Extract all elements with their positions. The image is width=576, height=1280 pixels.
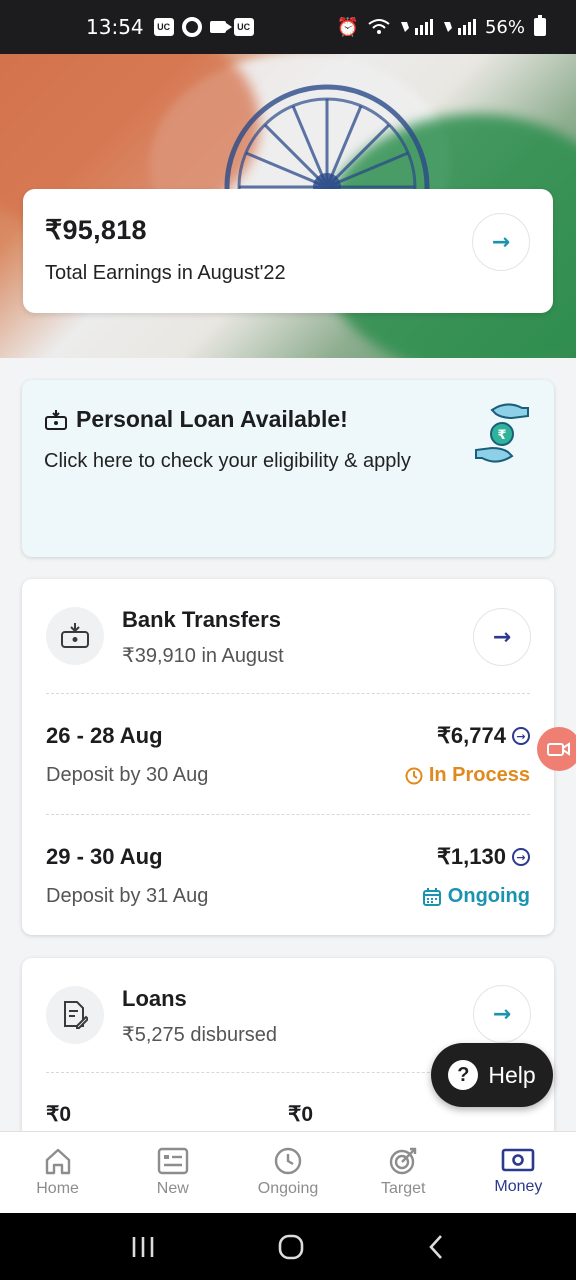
bank-icon-circle — [46, 607, 104, 665]
loans-icon-circle — [46, 986, 104, 1044]
cash-deposit-icon — [61, 623, 89, 648]
status-time: 13:54 — [86, 15, 144, 39]
loan-banner-subtitle: Click here to check your eligibility & a… — [44, 450, 411, 472]
help-label: Help — [488, 1061, 536, 1088]
calendar-icon — [422, 887, 441, 906]
uc-browser-icon-2: UC — [233, 18, 254, 36]
personal-loan-banner[interactable]: Personal Loan Available! Click here to c… — [22, 380, 554, 557]
bottom-navigation: Home New Ongoing Target Money — [0, 1131, 576, 1213]
signal-sim2-icon — [443, 19, 476, 35]
transfer-amount[interactable]: ₹1,130 → — [437, 844, 530, 870]
signal-sim1-icon — [400, 19, 433, 35]
nav-item-ongoing[interactable]: Ongoing — [230, 1132, 345, 1213]
nav-item-home[interactable]: Home — [0, 1132, 115, 1213]
nav-item-new[interactable]: New — [115, 1132, 230, 1213]
nav-item-money[interactable]: Money — [461, 1132, 576, 1213]
clock-icon — [274, 1147, 302, 1175]
nav-label: New — [156, 1180, 189, 1197]
alarm-icon: ⏰ — [336, 16, 359, 38]
circle-arrow-icon: → — [512, 727, 530, 745]
loans-title: Loans — [122, 986, 187, 1011]
status-label: Ongoing — [447, 885, 530, 907]
status-badge: In Process — [405, 764, 530, 787]
earnings-arrow-button[interactable]: → — [472, 213, 530, 271]
screen-recorder-bubble[interactable] — [537, 727, 576, 771]
help-button[interactable]: ? Help — [431, 1043, 553, 1107]
bank-transfers-subtitle: ₹39,910 in August — [122, 645, 284, 667]
battery-percent: 56% — [484, 16, 525, 38]
document-edit-icon — [64, 1001, 88, 1029]
circle-arrow-icon: → — [512, 848, 530, 866]
status-badge: Ongoing — [422, 885, 530, 908]
transfer-date: 26 - 28 Aug — [46, 723, 163, 748]
loan-hands-icon: ₹ — [475, 403, 529, 463]
system-navigation-bar — [0, 1213, 576, 1280]
back-icon[interactable] — [426, 1234, 446, 1260]
transfer-amount-value: ₹6,774 — [436, 723, 506, 748]
status-bar: 13:54 UC UC ⏰ 56% — [0, 0, 576, 54]
bank-transfers-arrow-button[interactable]: → — [473, 608, 531, 666]
wifi-icon — [368, 19, 390, 34]
video-camera-icon — [547, 742, 570, 756]
cash-deposit-icon — [45, 409, 67, 430]
nav-label: Target — [380, 1180, 426, 1197]
bank-transfers-title: Bank Transfers — [122, 607, 281, 632]
divider — [46, 693, 530, 694]
arrow-right-icon: → — [492, 624, 512, 650]
arrow-right-icon: → — [492, 1001, 512, 1027]
loans-subtitle: ₹5,275 disbursed — [122, 1024, 278, 1046]
total-earnings-card[interactable]: ₹95,818 Total Earnings in August'22 → — [23, 189, 553, 313]
transfer-date: 29 - 30 Aug — [46, 844, 163, 869]
loan-value: ₹0 — [288, 1103, 314, 1126]
transfer-deposit-date: Deposit by 30 Aug — [46, 764, 209, 786]
loan-value: ₹0 — [46, 1103, 72, 1126]
divider — [46, 814, 530, 815]
transfer-amount-value: ₹1,130 — [436, 844, 506, 869]
nav-item-target[interactable]: Target — [346, 1132, 461, 1213]
svg-text:₹: ₹ — [497, 428, 506, 443]
battery-icon — [534, 15, 546, 36]
transfer-amount[interactable]: ₹6,774 → — [437, 723, 530, 749]
nav-label: Money — [494, 1178, 543, 1195]
recent-apps-icon[interactable] — [130, 1235, 156, 1259]
home-icon — [45, 1148, 70, 1175]
nav-label: Ongoing — [257, 1180, 319, 1197]
money-icon — [502, 1148, 535, 1172]
home-button-icon[interactable] — [277, 1233, 305, 1261]
status-label: In Process — [428, 764, 530, 786]
loan-banner-title: Personal Loan Available! — [76, 406, 348, 432]
total-earnings-amount: ₹95,818 — [45, 215, 147, 245]
arrow-right-icon: → — [491, 229, 511, 255]
bank-transfers-card[interactable]: Bank Transfers ₹39,910 in August → 26 - … — [22, 579, 554, 935]
target-icon — [390, 1147, 417, 1175]
video-icon — [209, 21, 232, 33]
total-earnings-label: Total Earnings in August'22 — [45, 262, 286, 284]
question-icon: ? — [448, 1060, 479, 1090]
card-list-icon — [157, 1147, 188, 1175]
transfer-deposit-date: Deposit by 31 Aug — [46, 885, 209, 907]
nav-label: Home — [36, 1180, 79, 1197]
record-icon — [181, 17, 202, 37]
clock-icon — [405, 767, 423, 784]
loans-arrow-button[interactable]: → — [473, 985, 531, 1043]
uc-browser-icon: UC — [153, 18, 174, 36]
